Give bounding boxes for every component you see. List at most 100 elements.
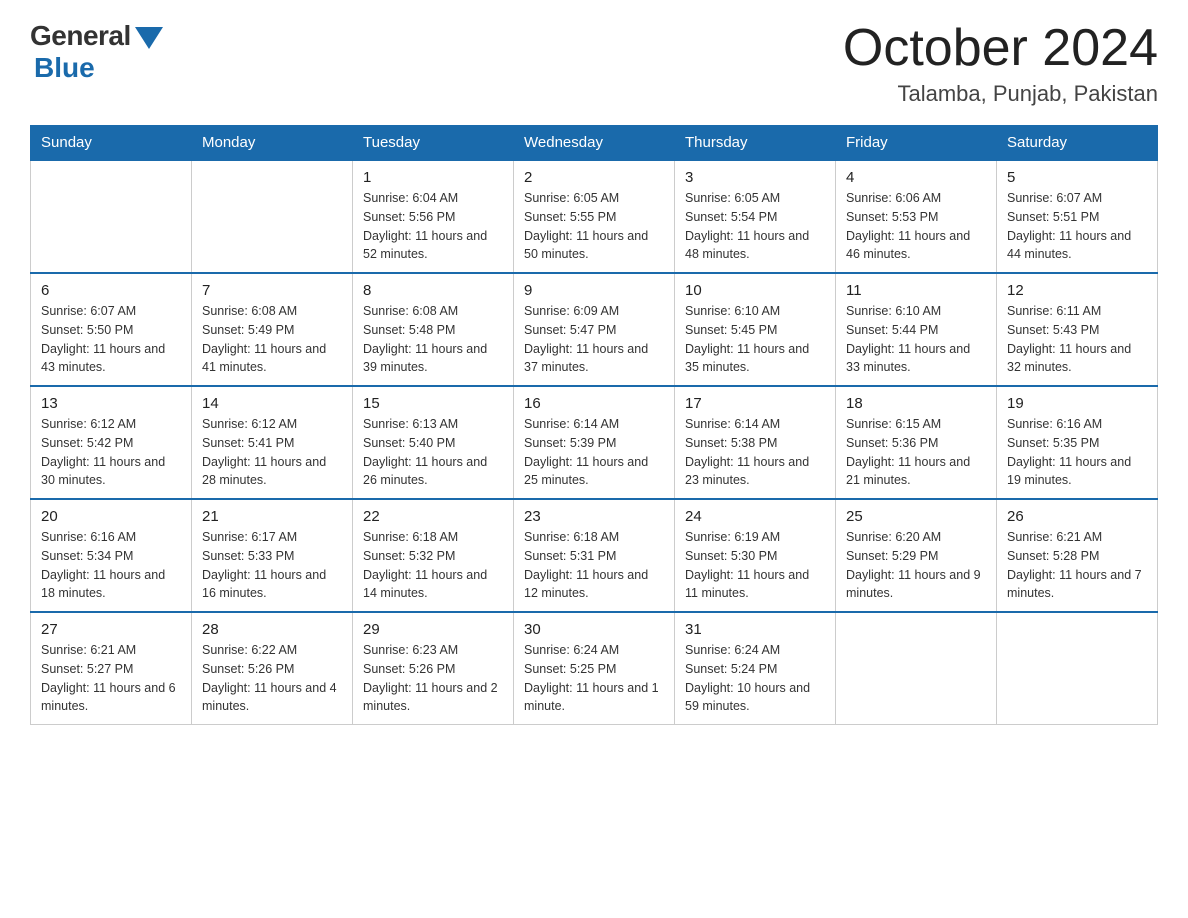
calendar-day-cell: 16 Sunrise: 6:14 AMSunset: 5:39 PMDayligh… bbox=[514, 386, 675, 499]
calendar-day-cell: 15Sunrise: 6:13 AMSunset: 5:40 PMDayligh… bbox=[353, 386, 514, 499]
calendar-day-cell: 21 Sunrise: 6:17 AMSunset: 5:33 PMDayligh… bbox=[192, 499, 353, 612]
calendar-day-cell: 14 Sunrise: 6:12 AMSunset: 5:41 PMDayligh… bbox=[192, 386, 353, 499]
day-info: Sunrise: 6:08 AMSunset: 5:49 PMDaylight:… bbox=[202, 302, 342, 377]
calendar-day-cell: 17 Sunrise: 6:14 AMSunset: 5:38 PMDayligh… bbox=[675, 386, 836, 499]
day-info: Sunrise: 6:10 AMSunset: 5:44 PMDaylight:… bbox=[846, 302, 986, 377]
calendar-day-cell bbox=[836, 612, 997, 725]
day-of-week-header: Wednesday bbox=[514, 126, 675, 161]
day-info: Sunrise: 6:05 AMSunset: 5:55 PMDaylight:… bbox=[524, 189, 664, 264]
calendar-day-cell: 28Sunrise: 6:22 AMSunset: 5:26 PMDayligh… bbox=[192, 612, 353, 725]
calendar-day-cell: 7Sunrise: 6:08 AMSunset: 5:49 PMDaylight… bbox=[192, 273, 353, 386]
day-number: 14 bbox=[202, 395, 342, 412]
day-number: 23 bbox=[524, 508, 664, 525]
day-info: Sunrise: 6:10 AMSunset: 5:45 PMDaylight:… bbox=[685, 302, 825, 377]
day-number: 21 bbox=[202, 508, 342, 525]
calendar-day-cell: 13Sunrise: 6:12 AMSunset: 5:42 PMDayligh… bbox=[31, 386, 192, 499]
title-block: October 2024 Talamba, Punjab, Pakistan bbox=[843, 20, 1158, 107]
calendar-day-cell: 23 Sunrise: 6:18 AMSunset: 5:31 PMDayligh… bbox=[514, 499, 675, 612]
day-number: 5 bbox=[1007, 169, 1147, 186]
day-number: 8 bbox=[363, 282, 503, 299]
calendar-day-cell: 12 Sunrise: 6:11 AMSunset: 5:43 PMDayligh… bbox=[997, 273, 1158, 386]
logo-blue-text: Blue bbox=[34, 52, 95, 84]
day-info: Sunrise: 6:24 AMSunset: 5:24 PMDaylight:… bbox=[685, 641, 825, 716]
day-number: 26 bbox=[1007, 508, 1147, 525]
day-info: Sunrise: 6:22 AMSunset: 5:26 PMDaylight:… bbox=[202, 641, 342, 716]
day-of-week-header: Sunday bbox=[31, 126, 192, 161]
calendar-day-cell: 26Sunrise: 6:21 AMSunset: 5:28 PMDayligh… bbox=[997, 499, 1158, 612]
day-info: Sunrise: 6:16 AMSunset: 5:35 PMDaylight:… bbox=[1007, 415, 1147, 490]
day-info: Sunrise: 6:08 AMSunset: 5:48 PMDaylight:… bbox=[363, 302, 503, 377]
day-info: Sunrise: 6:07 AMSunset: 5:50 PMDaylight:… bbox=[41, 302, 181, 377]
day-number: 25 bbox=[846, 508, 986, 525]
day-number: 16 bbox=[524, 395, 664, 412]
day-number: 4 bbox=[846, 169, 986, 186]
day-info: Sunrise: 6:24 AMSunset: 5:25 PMDaylight:… bbox=[524, 641, 664, 716]
day-info: Sunrise: 6:07 AMSunset: 5:51 PMDaylight:… bbox=[1007, 189, 1147, 264]
day-of-week-header: Thursday bbox=[675, 126, 836, 161]
day-of-week-header: Saturday bbox=[997, 126, 1158, 161]
calendar-day-cell: 31Sunrise: 6:24 AMSunset: 5:24 PMDayligh… bbox=[675, 612, 836, 725]
day-info: Sunrise: 6:09 AMSunset: 5:47 PMDaylight:… bbox=[524, 302, 664, 377]
calendar-week-row: 20 Sunrise: 6:16 AMSunset: 5:34 PMDayligh… bbox=[31, 499, 1158, 612]
calendar-week-row: 1Sunrise: 6:04 AMSunset: 5:56 PMDaylight… bbox=[31, 160, 1158, 273]
calendar-day-cell: 3Sunrise: 6:05 AMSunset: 5:54 PMDaylight… bbox=[675, 160, 836, 273]
day-info: Sunrise: 6:11 AMSunset: 5:43 PMDaylight:… bbox=[1007, 302, 1147, 377]
day-number: 15 bbox=[363, 395, 503, 412]
day-number: 20 bbox=[41, 508, 181, 525]
logo-triangle-icon bbox=[135, 27, 163, 49]
month-title: October 2024 bbox=[843, 20, 1158, 77]
day-number: 27 bbox=[41, 621, 181, 638]
day-info: Sunrise: 6:21 AMSunset: 5:27 PMDaylight:… bbox=[41, 641, 181, 716]
day-info: Sunrise: 6:23 AMSunset: 5:26 PMDaylight:… bbox=[363, 641, 503, 716]
day-number: 22 bbox=[363, 508, 503, 525]
day-info: Sunrise: 6:06 AMSunset: 5:53 PMDaylight:… bbox=[846, 189, 986, 264]
day-number: 13 bbox=[41, 395, 181, 412]
day-number: 1 bbox=[363, 169, 503, 186]
day-number: 6 bbox=[41, 282, 181, 299]
calendar-day-cell: 5 Sunrise: 6:07 AMSunset: 5:51 PMDaylight… bbox=[997, 160, 1158, 273]
day-info: Sunrise: 6:12 AMSunset: 5:41 PMDaylight:… bbox=[202, 415, 342, 490]
calendar-week-row: 27 Sunrise: 6:21 AMSunset: 5:27 PMDayligh… bbox=[31, 612, 1158, 725]
day-info: Sunrise: 6:17 AMSunset: 5:33 PMDaylight:… bbox=[202, 528, 342, 603]
calendar-day-cell: 30 Sunrise: 6:24 AMSunset: 5:25 PMDayligh… bbox=[514, 612, 675, 725]
calendar-day-cell: 27 Sunrise: 6:21 AMSunset: 5:27 PMDayligh… bbox=[31, 612, 192, 725]
day-info: Sunrise: 6:16 AMSunset: 5:34 PMDaylight:… bbox=[41, 528, 181, 603]
day-info: Sunrise: 6:14 AMSunset: 5:39 PMDaylight:… bbox=[524, 415, 664, 490]
calendar-header-row: SundayMondayTuesdayWednesdayThursdayFrid… bbox=[31, 126, 1158, 161]
calendar-day-cell: 20 Sunrise: 6:16 AMSunset: 5:34 PMDayligh… bbox=[31, 499, 192, 612]
calendar-day-cell: 6 Sunrise: 6:07 AMSunset: 5:50 PMDaylight… bbox=[31, 273, 192, 386]
day-info: Sunrise: 6:14 AMSunset: 5:38 PMDaylight:… bbox=[685, 415, 825, 490]
day-info: Sunrise: 6:05 AMSunset: 5:54 PMDaylight:… bbox=[685, 189, 825, 264]
day-number: 9 bbox=[524, 282, 664, 299]
calendar-day-cell: 29 Sunrise: 6:23 AMSunset: 5:26 PMDayligh… bbox=[353, 612, 514, 725]
day-number: 17 bbox=[685, 395, 825, 412]
day-number: 30 bbox=[524, 621, 664, 638]
calendar-day-cell: 9 Sunrise: 6:09 AMSunset: 5:47 PMDaylight… bbox=[514, 273, 675, 386]
day-number: 19 bbox=[1007, 395, 1147, 412]
calendar-day-cell bbox=[192, 160, 353, 273]
location-title: Talamba, Punjab, Pakistan bbox=[843, 81, 1158, 107]
day-info: Sunrise: 6:18 AMSunset: 5:31 PMDaylight:… bbox=[524, 528, 664, 603]
calendar-day-cell: 8 Sunrise: 6:08 AMSunset: 5:48 PMDaylight… bbox=[353, 273, 514, 386]
day-info: Sunrise: 6:20 AMSunset: 5:29 PMDaylight:… bbox=[846, 528, 986, 603]
calendar-day-cell bbox=[31, 160, 192, 273]
calendar-day-cell: 4 Sunrise: 6:06 AMSunset: 5:53 PMDaylight… bbox=[836, 160, 997, 273]
calendar-day-cell: 10Sunrise: 6:10 AMSunset: 5:45 PMDayligh… bbox=[675, 273, 836, 386]
day-number: 11 bbox=[846, 282, 986, 299]
day-of-week-header: Monday bbox=[192, 126, 353, 161]
calendar-day-cell: 11 Sunrise: 6:10 AMSunset: 5:44 PMDayligh… bbox=[836, 273, 997, 386]
day-number: 12 bbox=[1007, 282, 1147, 299]
day-number: 29 bbox=[363, 621, 503, 638]
page-header: General Blue October 2024 Talamba, Punja… bbox=[30, 20, 1158, 107]
day-number: 18 bbox=[846, 395, 986, 412]
calendar-week-row: 13Sunrise: 6:12 AMSunset: 5:42 PMDayligh… bbox=[31, 386, 1158, 499]
calendar-day-cell: 22Sunrise: 6:18 AMSunset: 5:32 PMDayligh… bbox=[353, 499, 514, 612]
day-of-week-header: Friday bbox=[836, 126, 997, 161]
day-number: 24 bbox=[685, 508, 825, 525]
logo: General Blue bbox=[30, 20, 163, 84]
calendar-week-row: 6 Sunrise: 6:07 AMSunset: 5:50 PMDaylight… bbox=[31, 273, 1158, 386]
day-info: Sunrise: 6:19 AMSunset: 5:30 PMDaylight:… bbox=[685, 528, 825, 603]
day-of-week-header: Tuesday bbox=[353, 126, 514, 161]
day-number: 2 bbox=[524, 169, 664, 186]
calendar-day-cell: 1Sunrise: 6:04 AMSunset: 5:56 PMDaylight… bbox=[353, 160, 514, 273]
